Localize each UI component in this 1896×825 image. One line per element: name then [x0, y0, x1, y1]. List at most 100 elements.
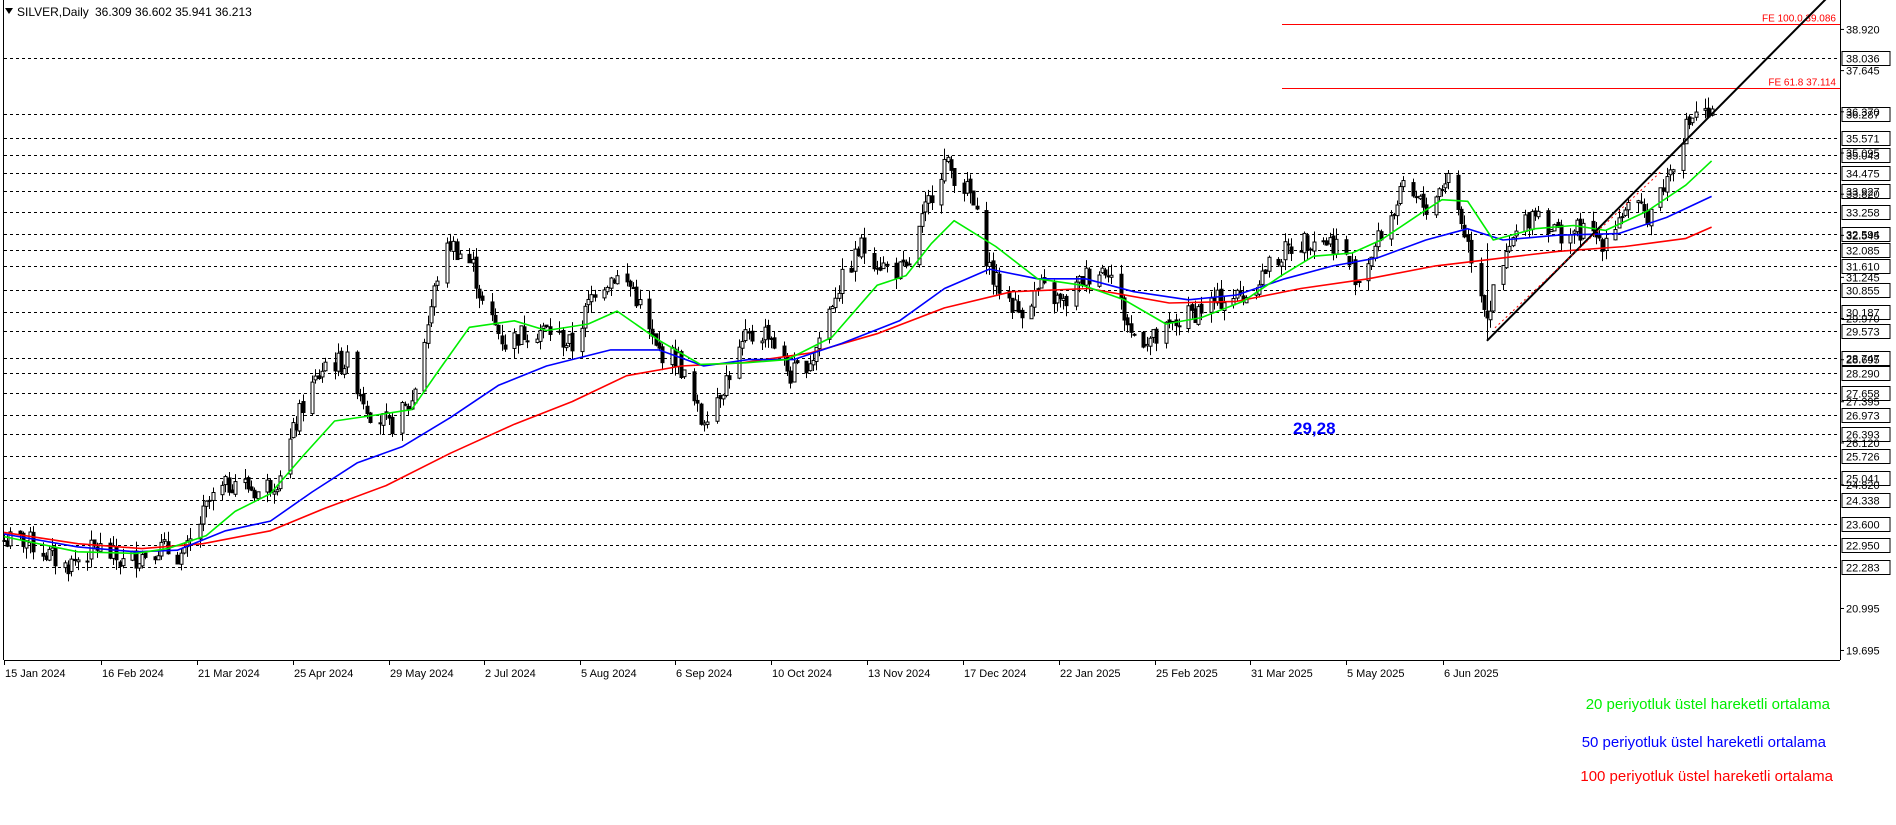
candle	[175, 551, 180, 565]
level-label: 28.290	[1846, 369, 1880, 381]
candle-body	[971, 190, 976, 206]
candle-body	[500, 335, 505, 345]
candle	[743, 319, 748, 343]
candle	[24, 540, 29, 559]
candle-body	[920, 213, 925, 227]
candle-body	[1459, 208, 1464, 225]
candle-body	[381, 413, 386, 426]
candle-body	[952, 167, 957, 186]
level-label: 32.085	[1846, 246, 1880, 258]
candle-body	[1141, 331, 1146, 348]
candle-body	[1129, 323, 1134, 333]
candle-body	[1559, 224, 1564, 244]
ema-legend: 20 periyotluk üstel hareketli ortalama 5…	[1580, 696, 1833, 785]
candle	[121, 548, 126, 569]
dropdown-triangle-icon[interactable]	[5, 8, 13, 14]
level-label: 22.283	[1846, 563, 1880, 575]
candle	[1491, 284, 1496, 313]
candle	[355, 350, 360, 400]
candle-body	[1389, 215, 1394, 240]
candle	[1411, 178, 1416, 198]
candle-body	[634, 286, 639, 307]
candle	[589, 285, 594, 313]
level-label: 34.475	[1846, 169, 1880, 181]
candle-body	[201, 505, 206, 525]
candle-body	[1395, 204, 1400, 217]
candle-body	[435, 280, 440, 286]
candle-body	[1501, 265, 1506, 285]
candle-body	[121, 558, 126, 567]
candle	[638, 289, 643, 309]
candle-body	[403, 403, 408, 406]
candle-body	[1443, 183, 1448, 189]
fibonacci-extension-levels: FE 100.0 39.086 FE 61.8 37.114	[1282, 14, 1840, 89]
candle-body	[422, 341, 427, 392]
candle	[1109, 264, 1114, 284]
candle	[211, 487, 216, 511]
low-annotation-label: 29,28	[1293, 419, 1336, 438]
candle-body	[413, 388, 418, 404]
candle-body	[862, 237, 867, 254]
candle-body	[345, 351, 350, 368]
candle	[853, 240, 858, 282]
candle-body	[837, 292, 842, 299]
candle-body	[561, 329, 566, 348]
candle	[313, 369, 318, 384]
ema50-legend-label: 50 periyotluk üstel hareketli ortalama	[1582, 734, 1827, 751]
candle-body	[1109, 274, 1114, 278]
candle	[85, 552, 90, 571]
candle-body	[1488, 310, 1493, 321]
candle	[1546, 208, 1551, 243]
candle-body	[1064, 295, 1069, 307]
candle-body	[272, 491, 277, 495]
rising-trendline	[1486, 0, 1827, 342]
candle-body	[1267, 256, 1272, 272]
level-label: 24.338	[1846, 496, 1880, 508]
candle-body	[997, 273, 1002, 294]
ohlc-values: 36.309 36.602 35.941 36.213	[95, 5, 252, 19]
candle-body	[1087, 268, 1092, 285]
candle	[1267, 255, 1272, 278]
candle-body	[179, 552, 184, 565]
candle	[862, 227, 867, 265]
candle-body	[1507, 245, 1512, 252]
candle-body	[1324, 240, 1329, 246]
candle-body	[814, 346, 819, 363]
candle-body	[975, 205, 980, 210]
candle	[1016, 294, 1021, 314]
candle-body	[69, 558, 74, 572]
candle-body	[1289, 246, 1294, 254]
candle-body	[1199, 303, 1204, 314]
candle-body	[474, 256, 479, 289]
candle-body	[907, 263, 912, 266]
candle	[907, 257, 912, 266]
candle-body	[1411, 182, 1416, 197]
candle	[1600, 237, 1605, 262]
candle-body	[522, 326, 527, 341]
candle	[134, 541, 139, 578]
candle-body	[355, 351, 360, 395]
candle	[1154, 327, 1159, 352]
candle-body	[496, 324, 501, 335]
candle-body	[223, 475, 228, 486]
candle-body	[788, 370, 793, 384]
candle-body	[1132, 333, 1137, 336]
candle-body	[1357, 280, 1362, 283]
candle-body	[772, 337, 777, 349]
candle-body	[872, 252, 877, 270]
candle	[1456, 170, 1461, 216]
candle-body	[1164, 321, 1169, 344]
candle-body	[480, 295, 485, 301]
candle	[1209, 291, 1214, 323]
x-tick-label: 29 May 2024	[390, 668, 454, 680]
candle-body	[715, 397, 720, 422]
candle-body	[256, 491, 261, 500]
candle-body	[589, 294, 594, 303]
candle	[323, 357, 328, 372]
candle-body	[894, 262, 899, 279]
candle	[971, 190, 976, 206]
candle-body	[220, 484, 225, 496]
level-label: 26.973	[1846, 411, 1880, 423]
y-tick-label: 29.970	[1846, 314, 1880, 326]
candle-body	[760, 340, 765, 344]
